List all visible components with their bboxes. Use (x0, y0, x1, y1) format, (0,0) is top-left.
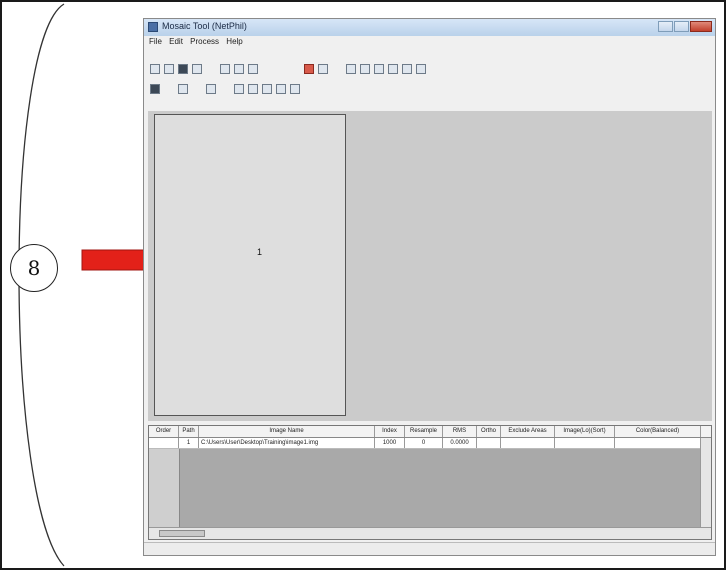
cell-image-lo-sort (555, 438, 615, 448)
cell-image-name: C:\Users\User\Desktop\Training\image1.im… (199, 438, 375, 448)
mosaic-icon[interactable] (150, 84, 160, 94)
col-rms[interactable]: RMS (443, 426, 477, 437)
paste-icon[interactable] (248, 64, 258, 74)
cell-path: 1 (179, 438, 199, 448)
minimize-icon[interactable] (658, 21, 673, 32)
new-icon[interactable] (150, 64, 160, 74)
col-exclude-areas[interactable]: Exclude Areas (501, 426, 555, 437)
table-row[interactable]: 1 C:\Users\User\Desktop\Training\image1.… (149, 438, 711, 449)
pointer-icon[interactable] (346, 64, 356, 74)
app-window: Mosaic Tool (NetPhil) File Edit Process … (143, 18, 716, 556)
select-icon[interactable] (220, 64, 230, 74)
cell-ortho (477, 438, 501, 448)
app-icon (148, 22, 158, 32)
tile-split-icon[interactable] (248, 84, 258, 94)
cell-index: 1000 (375, 438, 405, 448)
menu-help[interactable]: Help (226, 37, 242, 46)
edit-cutline-icon[interactable] (178, 84, 188, 94)
col-color-balanced[interactable]: Color(Balanced) (615, 426, 701, 437)
horizontal-scrollbar[interactable] (149, 527, 711, 539)
cell-resample: 0 (405, 438, 443, 448)
zoom-in-icon[interactable] (374, 64, 384, 74)
menu-process[interactable]: Process (190, 37, 219, 46)
fit-icon[interactable] (360, 64, 370, 74)
workspace: 1 (148, 111, 712, 421)
step-number: 8 (27, 256, 41, 280)
status-bar (144, 542, 715, 555)
window-title: Mosaic Tool (NetPhil) (162, 21, 247, 31)
close-icon[interactable] (690, 21, 712, 32)
secondary-toolbar (150, 81, 304, 97)
col-path[interactable]: Path (179, 426, 199, 437)
copy-icon[interactable] (234, 64, 244, 74)
cell-color-balanced (615, 438, 701, 448)
mosaic-tile-canvas[interactable]: 1 (154, 114, 346, 416)
main-toolbar (150, 61, 430, 77)
menu-file[interactable]: File (149, 37, 162, 46)
tile-clear-icon[interactable] (276, 84, 286, 94)
tile-export-icon[interactable] (290, 84, 300, 94)
tile-merge-icon[interactable] (262, 84, 272, 94)
cell-exclude-areas (501, 438, 555, 448)
col-resample[interactable]: Resample (405, 426, 443, 437)
step-number-circle: 8 (10, 244, 58, 292)
cell-rms: 0.0000 (443, 438, 477, 448)
col-ortho[interactable]: Ortho (477, 426, 501, 437)
seamline-icon[interactable] (206, 84, 216, 94)
rotate-icon[interactable] (402, 64, 412, 74)
col-order[interactable]: Order (149, 426, 179, 437)
menu-edit[interactable]: Edit (169, 37, 183, 46)
save-icon[interactable] (178, 64, 188, 74)
horizontal-scroll-thumb[interactable] (159, 530, 205, 537)
table-header: Order Path Image Name Index Resample RMS… (149, 426, 711, 438)
grid-icon[interactable] (318, 64, 328, 74)
col-image-lo-sort[interactable]: Image(Lo)(Sort) (555, 426, 615, 437)
tile-icon[interactable] (234, 84, 244, 94)
col-image-name[interactable]: Image Name (199, 426, 375, 437)
export-icon[interactable] (192, 64, 202, 74)
menu-bar: File Edit Process Help (144, 37, 715, 49)
col-index[interactable]: Index (375, 426, 405, 437)
window-controls (657, 21, 712, 33)
title-bar[interactable]: Mosaic Tool (NetPhil) (144, 19, 715, 36)
cell-order (149, 438, 179, 448)
zoom-out-icon[interactable] (388, 64, 398, 74)
stop-icon[interactable] (304, 64, 314, 74)
pan-icon[interactable] (416, 64, 426, 74)
vertical-scrollbar[interactable] (700, 438, 711, 527)
open-icon[interactable] (164, 64, 174, 74)
image-table: Order Path Image Name Index Resample RMS… (148, 425, 712, 540)
row-header-column (149, 449, 180, 527)
tile-number: 1 (257, 247, 263, 257)
maximize-icon[interactable] (674, 21, 689, 32)
